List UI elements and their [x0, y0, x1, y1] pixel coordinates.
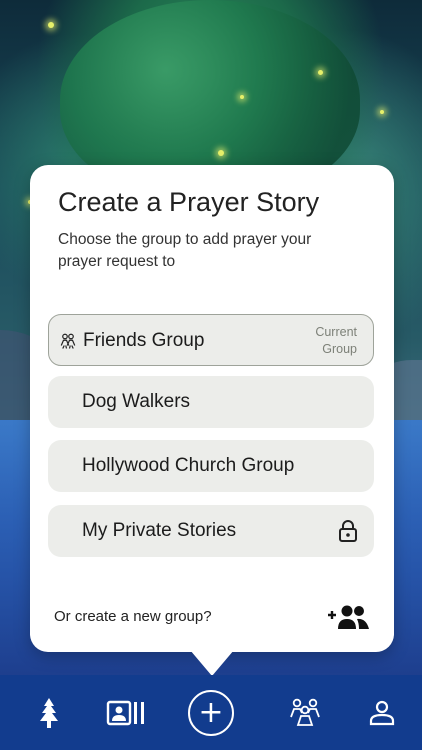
firefly	[218, 150, 224, 156]
groups-icon	[290, 698, 320, 726]
group-people-icon	[60, 333, 76, 349]
profile-icon	[369, 700, 395, 725]
tab-profile[interactable]	[362, 675, 402, 750]
tab-add[interactable]: +	[188, 675, 234, 750]
modal-subtitle: Choose the group to add prayer your pray…	[58, 231, 312, 270]
firefly	[380, 110, 384, 114]
add-group-icon[interactable]	[326, 603, 372, 631]
group-option-dog-walkers[interactable]: Dog Walkers	[48, 376, 374, 428]
add-icon: +	[188, 689, 234, 736]
firefly	[48, 22, 54, 28]
group-option-hollywood-church[interactable]: Hollywood Church Group	[48, 440, 374, 492]
tab-groups[interactable]	[283, 675, 327, 750]
create-prayer-story-modal: Create a Prayer Story Choose the group t…	[30, 165, 394, 652]
group-label: Friends Group	[83, 330, 205, 351]
tab-tree[interactable]	[28, 675, 70, 750]
group-option-friends[interactable]: Friends Group Current Group	[48, 314, 374, 366]
modal-title: Create a Prayer Story	[58, 187, 320, 217]
group-label: Dog Walkers	[82, 391, 191, 412]
firefly	[240, 95, 244, 99]
tree-icon	[40, 697, 58, 728]
lock-icon	[339, 520, 357, 542]
tab-stories[interactable]	[103, 675, 149, 750]
current-group-badge: Current Group	[315, 325, 357, 356]
group-label: My Private Stories	[82, 520, 237, 541]
stories-icon	[106, 700, 144, 725]
group-label: Hollywood Church Group	[82, 455, 295, 476]
modal-pointer	[190, 650, 234, 676]
group-option-private-stories[interactable]: My Private Stories	[48, 505, 374, 557]
firefly	[318, 70, 323, 75]
create-new-group-prompt: Or create a new group?	[54, 608, 212, 625]
bottom-tab-bar: +	[0, 675, 422, 750]
